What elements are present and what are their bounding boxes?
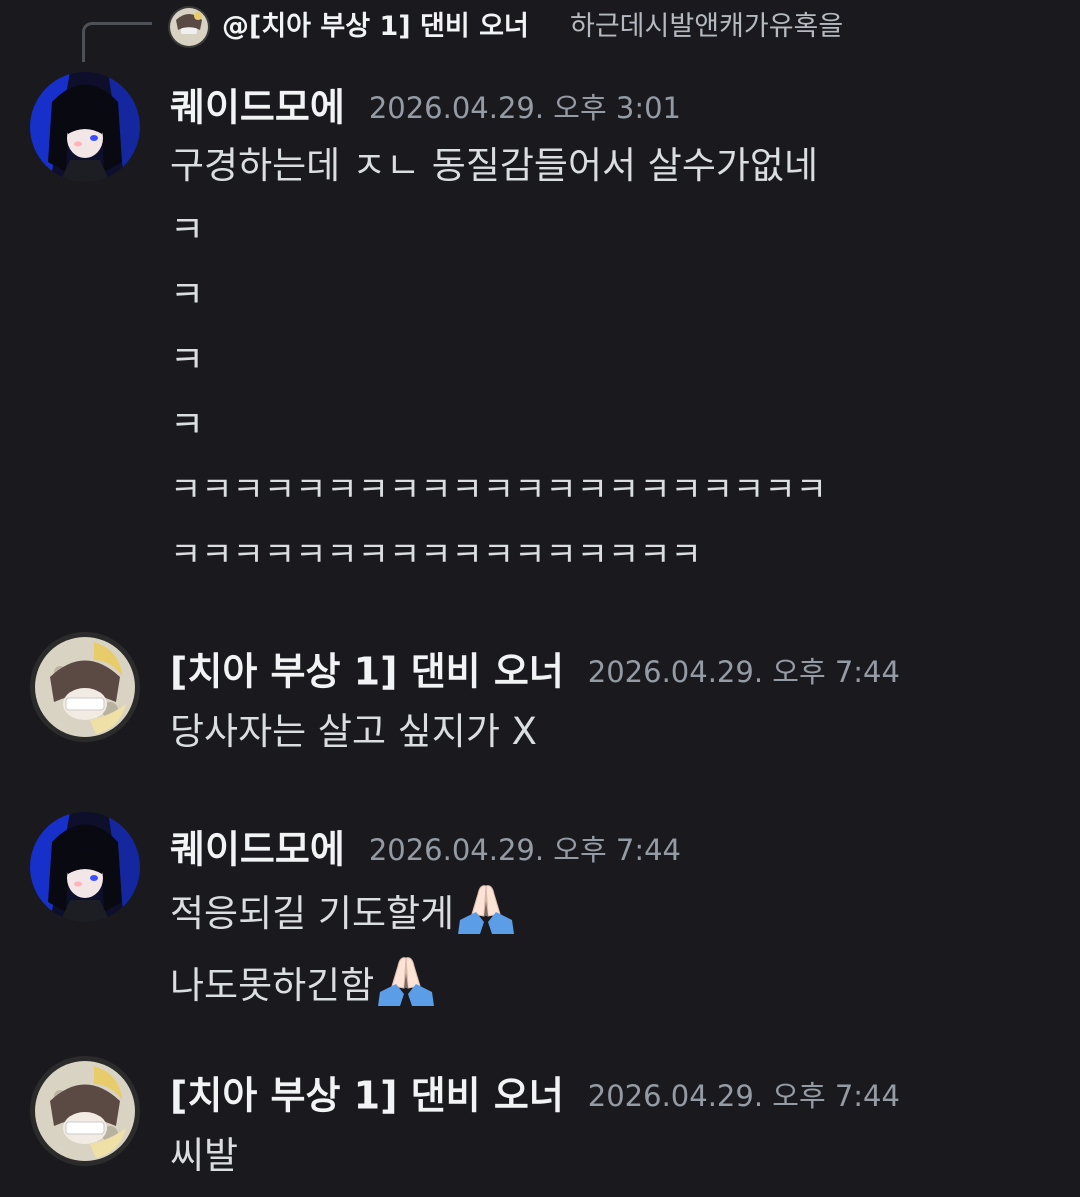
- message-text[interactable]: 구경하는데 ㅈㄴ 동질감들어서 살수가없네: [170, 140, 818, 192]
- author-name[interactable]: 퀘이드모에: [170, 86, 345, 130]
- message-timestamp: 2026.04.29. 오후 7:44: [368, 832, 681, 867]
- dark-hair-blue-avatar-icon: [30, 72, 140, 182]
- moon-character-avatar-icon: [30, 1056, 140, 1166]
- reply-reference[interactable]: @[치아 부상 1] 댄비 오너 하근데시발앤캐가유혹을: [0, 0, 1080, 62]
- message-text[interactable]: ㅋ: [170, 204, 204, 256]
- message-header: [치아 부상 1] 댄비 오너 2026.04.29. 오후 7:44: [170, 646, 900, 697]
- moon-character-avatar-icon: [30, 632, 140, 742]
- message-header: [치아 부상 1] 댄비 오너 2026.04.29. 오후 7:44: [170, 1070, 900, 1121]
- message-text[interactable]: ㅋㅋㅋㅋㅋㅋㅋㅋㅋㅋㅋㅋㅋㅋㅋㅋㅋㅋㅋㅋㅋ: [170, 464, 827, 516]
- reply-avatar[interactable]: [168, 6, 210, 48]
- avatar[interactable]: [30, 1056, 140, 1166]
- folded-hands-icon: [458, 885, 515, 934]
- message-header: 퀘이드모에 2026.04.29. 오후 3:01: [170, 82, 681, 133]
- message-text[interactable]: 당사자는 살고 싶지가 X: [170, 706, 537, 758]
- message-text[interactable]: ㅋ: [170, 334, 204, 386]
- author-name[interactable]: [치아 부상 1] 댄비 오너: [170, 1074, 564, 1118]
- dark-hair-blue-avatar-icon: [30, 812, 140, 922]
- reply-spine-line: [82, 22, 152, 62]
- author-name[interactable]: 퀘이드모에: [170, 828, 345, 872]
- message-timestamp: 2026.04.29. 오후 7:44: [587, 1078, 900, 1113]
- message-text[interactable]: 적응되길 기도할게: [170, 892, 454, 935]
- message-header: 퀘이드모에 2026.04.29. 오후 7:44: [170, 824, 681, 875]
- reply-author[interactable]: @[치아 부상 1] 댄비 오너: [222, 8, 529, 46]
- message-text-row: 나도못하긴함: [170, 952, 438, 1012]
- avatar[interactable]: [30, 632, 140, 742]
- message-text[interactable]: 씨발: [170, 1130, 238, 1182]
- message-timestamp: 2026.04.29. 오후 3:01: [368, 90, 681, 125]
- avatar[interactable]: [30, 812, 140, 922]
- message-text[interactable]: 나도못하긴함: [170, 964, 374, 1007]
- message-timestamp: 2026.04.29. 오후 7:44: [587, 654, 900, 689]
- reply-preview-text[interactable]: 하근데시발앤캐가유혹을: [570, 8, 843, 46]
- folded-hands-icon: [378, 957, 435, 1006]
- author-name[interactable]: [치아 부상 1] 댄비 오너: [170, 650, 564, 694]
- message-text[interactable]: ㅋ: [170, 269, 204, 321]
- moon-character-avatar-icon: [168, 6, 210, 48]
- message-text[interactable]: ㅋㅋㅋㅋㅋㅋㅋㅋㅋㅋㅋㅋㅋㅋㅋㅋㅋ: [170, 529, 702, 581]
- message-text[interactable]: ㅋ: [170, 399, 204, 451]
- message-text-row: 적응되길 기도할게: [170, 880, 518, 940]
- avatar[interactable]: [30, 72, 140, 182]
